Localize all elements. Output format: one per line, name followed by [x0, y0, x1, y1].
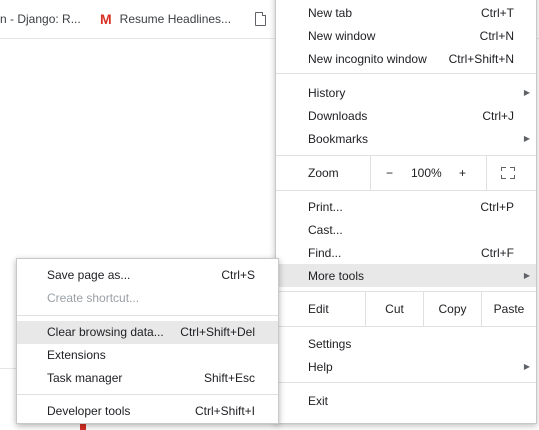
submenu-shortcut: Ctrl+Shift+I	[194, 404, 255, 418]
chevron-right-icon: ▶	[523, 362, 530, 371]
submenu-item-clear-browsing-data[interactable]: Clear browsing data... Ctrl+Shift+Del	[17, 321, 278, 344]
menu-separator	[276, 190, 536, 191]
menu-shortcut: Ctrl+T	[481, 5, 514, 20]
menu-label: New window	[308, 28, 376, 43]
submenu-label: Developer tools	[47, 404, 131, 418]
submenu-label: Extensions	[47, 348, 106, 362]
menu-label: Bookmarks	[308, 131, 369, 146]
edit-row: Edit Cut Copy Paste	[276, 292, 536, 326]
gmail-icon: M	[100, 11, 112, 27]
zoom-divider	[370, 156, 371, 190]
menu-item-bookmarks[interactable]: Bookmarks ▶	[276, 127, 536, 150]
chevron-right-icon: ▶	[523, 134, 530, 143]
menu-label: Cast...	[308, 222, 343, 237]
cut-button[interactable]: Cut	[366, 302, 423, 316]
menu-item-downloads[interactable]: Downloads Ctrl+J	[276, 104, 536, 127]
submenu-item-extensions[interactable]: Extensions	[17, 344, 278, 367]
menu-item-new-window[interactable]: New window Ctrl+N	[276, 24, 536, 47]
menu-item-find[interactable]: Find... Ctrl+F	[276, 241, 536, 264]
menu-shortcut: Ctrl+Shift+N	[448, 51, 514, 66]
menu-item-print[interactable]: Print... Ctrl+P	[276, 195, 536, 218]
submenu-separator	[17, 394, 278, 395]
bookmark-document[interactable]	[255, 11, 266, 27]
copy-button[interactable]: Copy	[424, 302, 481, 316]
submenu-label: Save page as...	[47, 268, 131, 282]
submenu-shortcut: Shift+Esc	[203, 371, 255, 385]
menu-item-new-incognito[interactable]: New incognito window Ctrl+Shift+N	[276, 47, 536, 70]
menu-label: Downloads	[308, 108, 368, 123]
menu-item-settings[interactable]: Settings	[276, 332, 536, 355]
menu-separator	[276, 73, 536, 74]
submenu-item-create-shortcut: Create shortcut...	[17, 287, 278, 310]
menu-label: New incognito window	[308, 51, 427, 66]
submenu-label: Clear browsing data...	[47, 325, 164, 339]
zoom-divider	[486, 156, 487, 190]
menu-item-help[interactable]: Help ▶	[276, 355, 536, 378]
edit-label: Edit	[308, 302, 329, 316]
submenu-shortcut: Ctrl+Shift+Del	[180, 325, 255, 339]
zoom-label: Zoom	[308, 166, 339, 180]
bookmark-label: Resume Headlines...	[119, 12, 232, 26]
document-icon	[255, 12, 266, 26]
submenu-shortcut: Ctrl+S	[221, 268, 255, 282]
menu-label: New tab	[308, 5, 353, 20]
bookmark-label: n - Django: R...	[0, 12, 81, 26]
fullscreen-icon[interactable]	[501, 167, 515, 179]
zoom-row: Zoom − 100% +	[276, 156, 536, 190]
menu-label: Settings	[308, 336, 352, 351]
menu-label: History	[308, 85, 346, 100]
menu-label: Print...	[308, 199, 343, 214]
menu-label: Exit	[308, 393, 329, 408]
menu-item-exit[interactable]: Exit	[276, 389, 536, 412]
menu-label: Help	[308, 359, 333, 374]
menu-shortcut: Ctrl+J	[482, 108, 514, 123]
chevron-right-icon: ▶	[523, 271, 530, 280]
menu-shortcut: Ctrl+F	[481, 245, 514, 260]
menu-separator	[276, 382, 536, 383]
menu-separator	[276, 326, 536, 327]
submenu-label: Create shortcut...	[47, 291, 140, 305]
menu-shortcut: Ctrl+P	[480, 199, 514, 214]
submenu-label: Task manager	[47, 371, 123, 385]
zoom-level: 100%	[411, 166, 442, 180]
chrome-main-menu: New tab Ctrl+T New window Ctrl+N New inc…	[275, 0, 537, 424]
page-red-mark	[80, 423, 86, 430]
zoom-in-button[interactable]: +	[459, 166, 466, 180]
menu-shortcut: Ctrl+N	[479, 28, 514, 43]
paste-button[interactable]: Paste	[482, 302, 536, 316]
chevron-right-icon: ▶	[523, 88, 530, 97]
bookmark-resume-headlines[interactable]: M Resume Headlines...	[100, 11, 231, 27]
bookmark-django[interactable]: n - Django: R...	[0, 11, 81, 27]
submenu-item-task-manager[interactable]: Task manager Shift+Esc	[17, 367, 278, 390]
submenu-item-developer-tools[interactable]: Developer tools Ctrl+Shift+I	[17, 400, 278, 423]
menu-item-cast[interactable]: Cast...	[276, 218, 536, 241]
menu-label: More tools	[308, 268, 365, 283]
menu-label: Find...	[308, 245, 342, 260]
submenu-separator	[17, 315, 278, 316]
menu-item-history[interactable]: History ▶	[276, 81, 536, 104]
submenu-item-save-page[interactable]: Save page as... Ctrl+S	[17, 264, 278, 287]
menu-item-new-tab[interactable]: New tab Ctrl+T	[276, 1, 536, 24]
zoom-out-button[interactable]: −	[386, 166, 393, 180]
more-tools-submenu: Save page as... Ctrl+S Create shortcut..…	[16, 258, 279, 424]
menu-item-more-tools[interactable]: More tools ▶	[276, 264, 536, 287]
